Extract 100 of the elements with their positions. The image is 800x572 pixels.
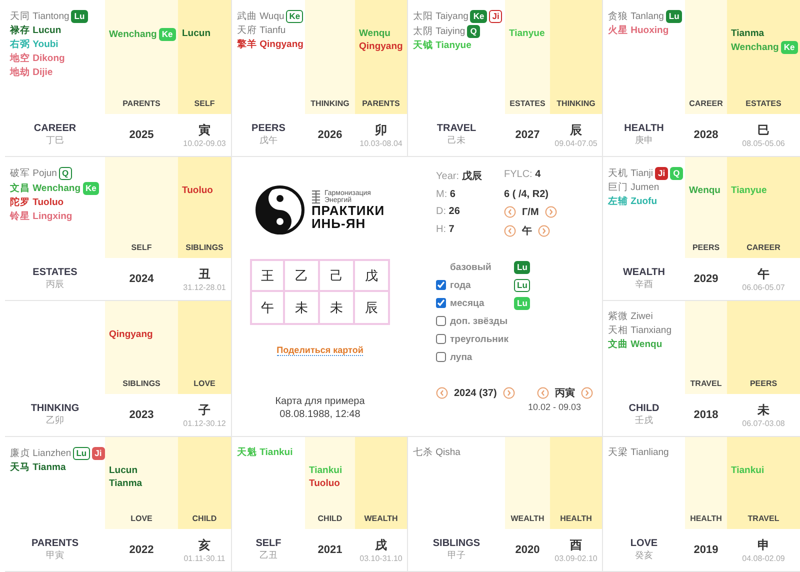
star-name: 文曲 Wenqu [608, 339, 662, 351]
stem-label: 丁巳 [46, 134, 64, 147]
param-label: D: [436, 206, 446, 217]
year-label: 2020 [515, 544, 540, 556]
star-name: 破军 Pojun [10, 168, 57, 180]
column-label: TRAVEL [689, 379, 723, 390]
year-label: 2029 [694, 273, 718, 285]
column-label: CHILD [316, 514, 344, 525]
palace-name: CAREER [34, 123, 76, 134]
date-range: 10.02 - 09.03 [528, 402, 582, 412]
stem-label: 乙卯 [46, 414, 64, 427]
column-label: SIBLINGS [184, 243, 224, 254]
star-name: 紫微 Ziwei [608, 311, 653, 323]
date-range: 03.10-31.10 [360, 554, 402, 563]
column-label: CAREER [688, 99, 724, 110]
chevron-right-icon[interactable] [544, 206, 557, 218]
date-range: 09.04-07.05 [554, 139, 598, 148]
star-name: 巨门 Jumen [608, 182, 660, 194]
column-label: LOVE [130, 514, 154, 525]
chevron-left-icon[interactable] [504, 225, 516, 237]
branch-label: 卯 [375, 122, 387, 139]
logo-title: ИНЬ-ЯН [311, 217, 367, 230]
column-label: WEALTH [363, 514, 399, 525]
branch-label: 寅 [198, 122, 210, 139]
param-value: 戊辰 [462, 171, 482, 182]
column-label: WEALTH [510, 514, 546, 525]
column-label: HEALTH [559, 514, 593, 525]
palace-name: SIBLINGS [432, 538, 480, 549]
column-label: ESTATES [744, 99, 782, 110]
transformation-tag: Ji [92, 447, 105, 460]
date-range: 10.03-08.04 [360, 139, 402, 148]
star-name: 火星 Huoxing [608, 25, 669, 37]
column-label: SELF [193, 99, 216, 110]
star-name: Qingyang [109, 329, 153, 341]
checkbox[interactable] [436, 298, 446, 308]
checkbox[interactable] [436, 280, 446, 290]
stepper-value: 2024 (37) [454, 388, 497, 398]
glyph-icon [311, 190, 322, 204]
param-value: 26 [448, 206, 460, 217]
year-label: 2023 [129, 409, 154, 421]
star-name: Qingyang [359, 41, 403, 53]
param-label: FYLC: [504, 169, 532, 180]
chevron-left-icon[interactable] [536, 387, 549, 399]
transformation-tag: Ji [489, 10, 502, 23]
stem-label: 甲子 [448, 549, 466, 562]
transformation-tag: Lu [514, 278, 530, 292]
transformation-tag: Lu [514, 260, 530, 274]
star-name: 地空 Dikong [10, 53, 65, 65]
checkbox[interactable] [436, 334, 446, 344]
chevron-left-icon[interactable] [504, 206, 516, 218]
star-name: 天马 Tianma [10, 462, 66, 474]
date-range: 06.06-05.07 [742, 283, 785, 292]
year-label: 2021 [318, 544, 342, 556]
birth-date: 08.08.1988, 12:48 [280, 409, 360, 420]
branch-character: 未 [285, 292, 320, 323]
stem-character: 王 [250, 261, 285, 292]
param-value: 6 ( /4, R2) [504, 189, 548, 200]
option-label: года [450, 280, 472, 290]
column-label: CHILD [191, 514, 218, 525]
star-name: 地劫 Dijie [10, 67, 53, 79]
checkbox[interactable] [436, 316, 446, 326]
palace-name: ESTATES [32, 267, 78, 278]
year-label: 2024 [129, 273, 154, 285]
chevron-right-icon[interactable] [502, 387, 515, 399]
transformation-tag: Ke [780, 41, 798, 54]
star-name: 武曲 Wuqu [237, 10, 284, 22]
transformation-tag: Q [467, 25, 480, 38]
star-name: 天钺 Tianyue [413, 40, 472, 52]
star-name: 右弼 Youbi [10, 39, 58, 51]
column-label: LOVE [192, 379, 216, 390]
column-label: PEERS [748, 379, 778, 390]
star-name: Tuoluo [182, 185, 213, 197]
star-name: 天府 Tianfu [237, 25, 286, 37]
param-value: 6 [450, 189, 456, 200]
chevron-left-icon[interactable] [436, 387, 448, 399]
chevron-right-icon[interactable] [538, 225, 550, 237]
date-range: 31.12-28.01 [183, 283, 226, 292]
transformation-tag: Ke [470, 10, 488, 23]
star-name: 天机 Tianji [608, 168, 653, 180]
share-link[interactable]: Поделиться картой [276, 345, 364, 356]
column-label: TRAVEL [746, 514, 780, 525]
palace-name: LOVE [630, 538, 658, 549]
column-label: PARENTS [122, 99, 162, 110]
star-name: Tianyue [509, 28, 545, 40]
branch-label: 未 [758, 402, 770, 419]
palace-name: SELF [256, 538, 282, 549]
star-name: 太阳 Taiyang [413, 10, 468, 22]
star-name: 陀罗 Tuoluo [10, 197, 64, 209]
option-label: лупа [450, 352, 474, 362]
column-label: SIBLINGS [122, 379, 162, 390]
star-name: Tiankui [309, 465, 342, 477]
branch-label: 辰 [570, 122, 582, 139]
transformation-tag: Lu [514, 296, 530, 310]
date-range: 04.08-02.09 [742, 554, 785, 563]
checkbox[interactable] [436, 352, 446, 362]
transformation-tag: Lu [666, 10, 682, 23]
star-name: 天同 Tiantong [10, 10, 70, 22]
chevron-right-icon[interactable] [580, 387, 593, 399]
star-name: 文昌 Wenchang [10, 182, 80, 194]
star-name: Lucun [182, 28, 210, 40]
